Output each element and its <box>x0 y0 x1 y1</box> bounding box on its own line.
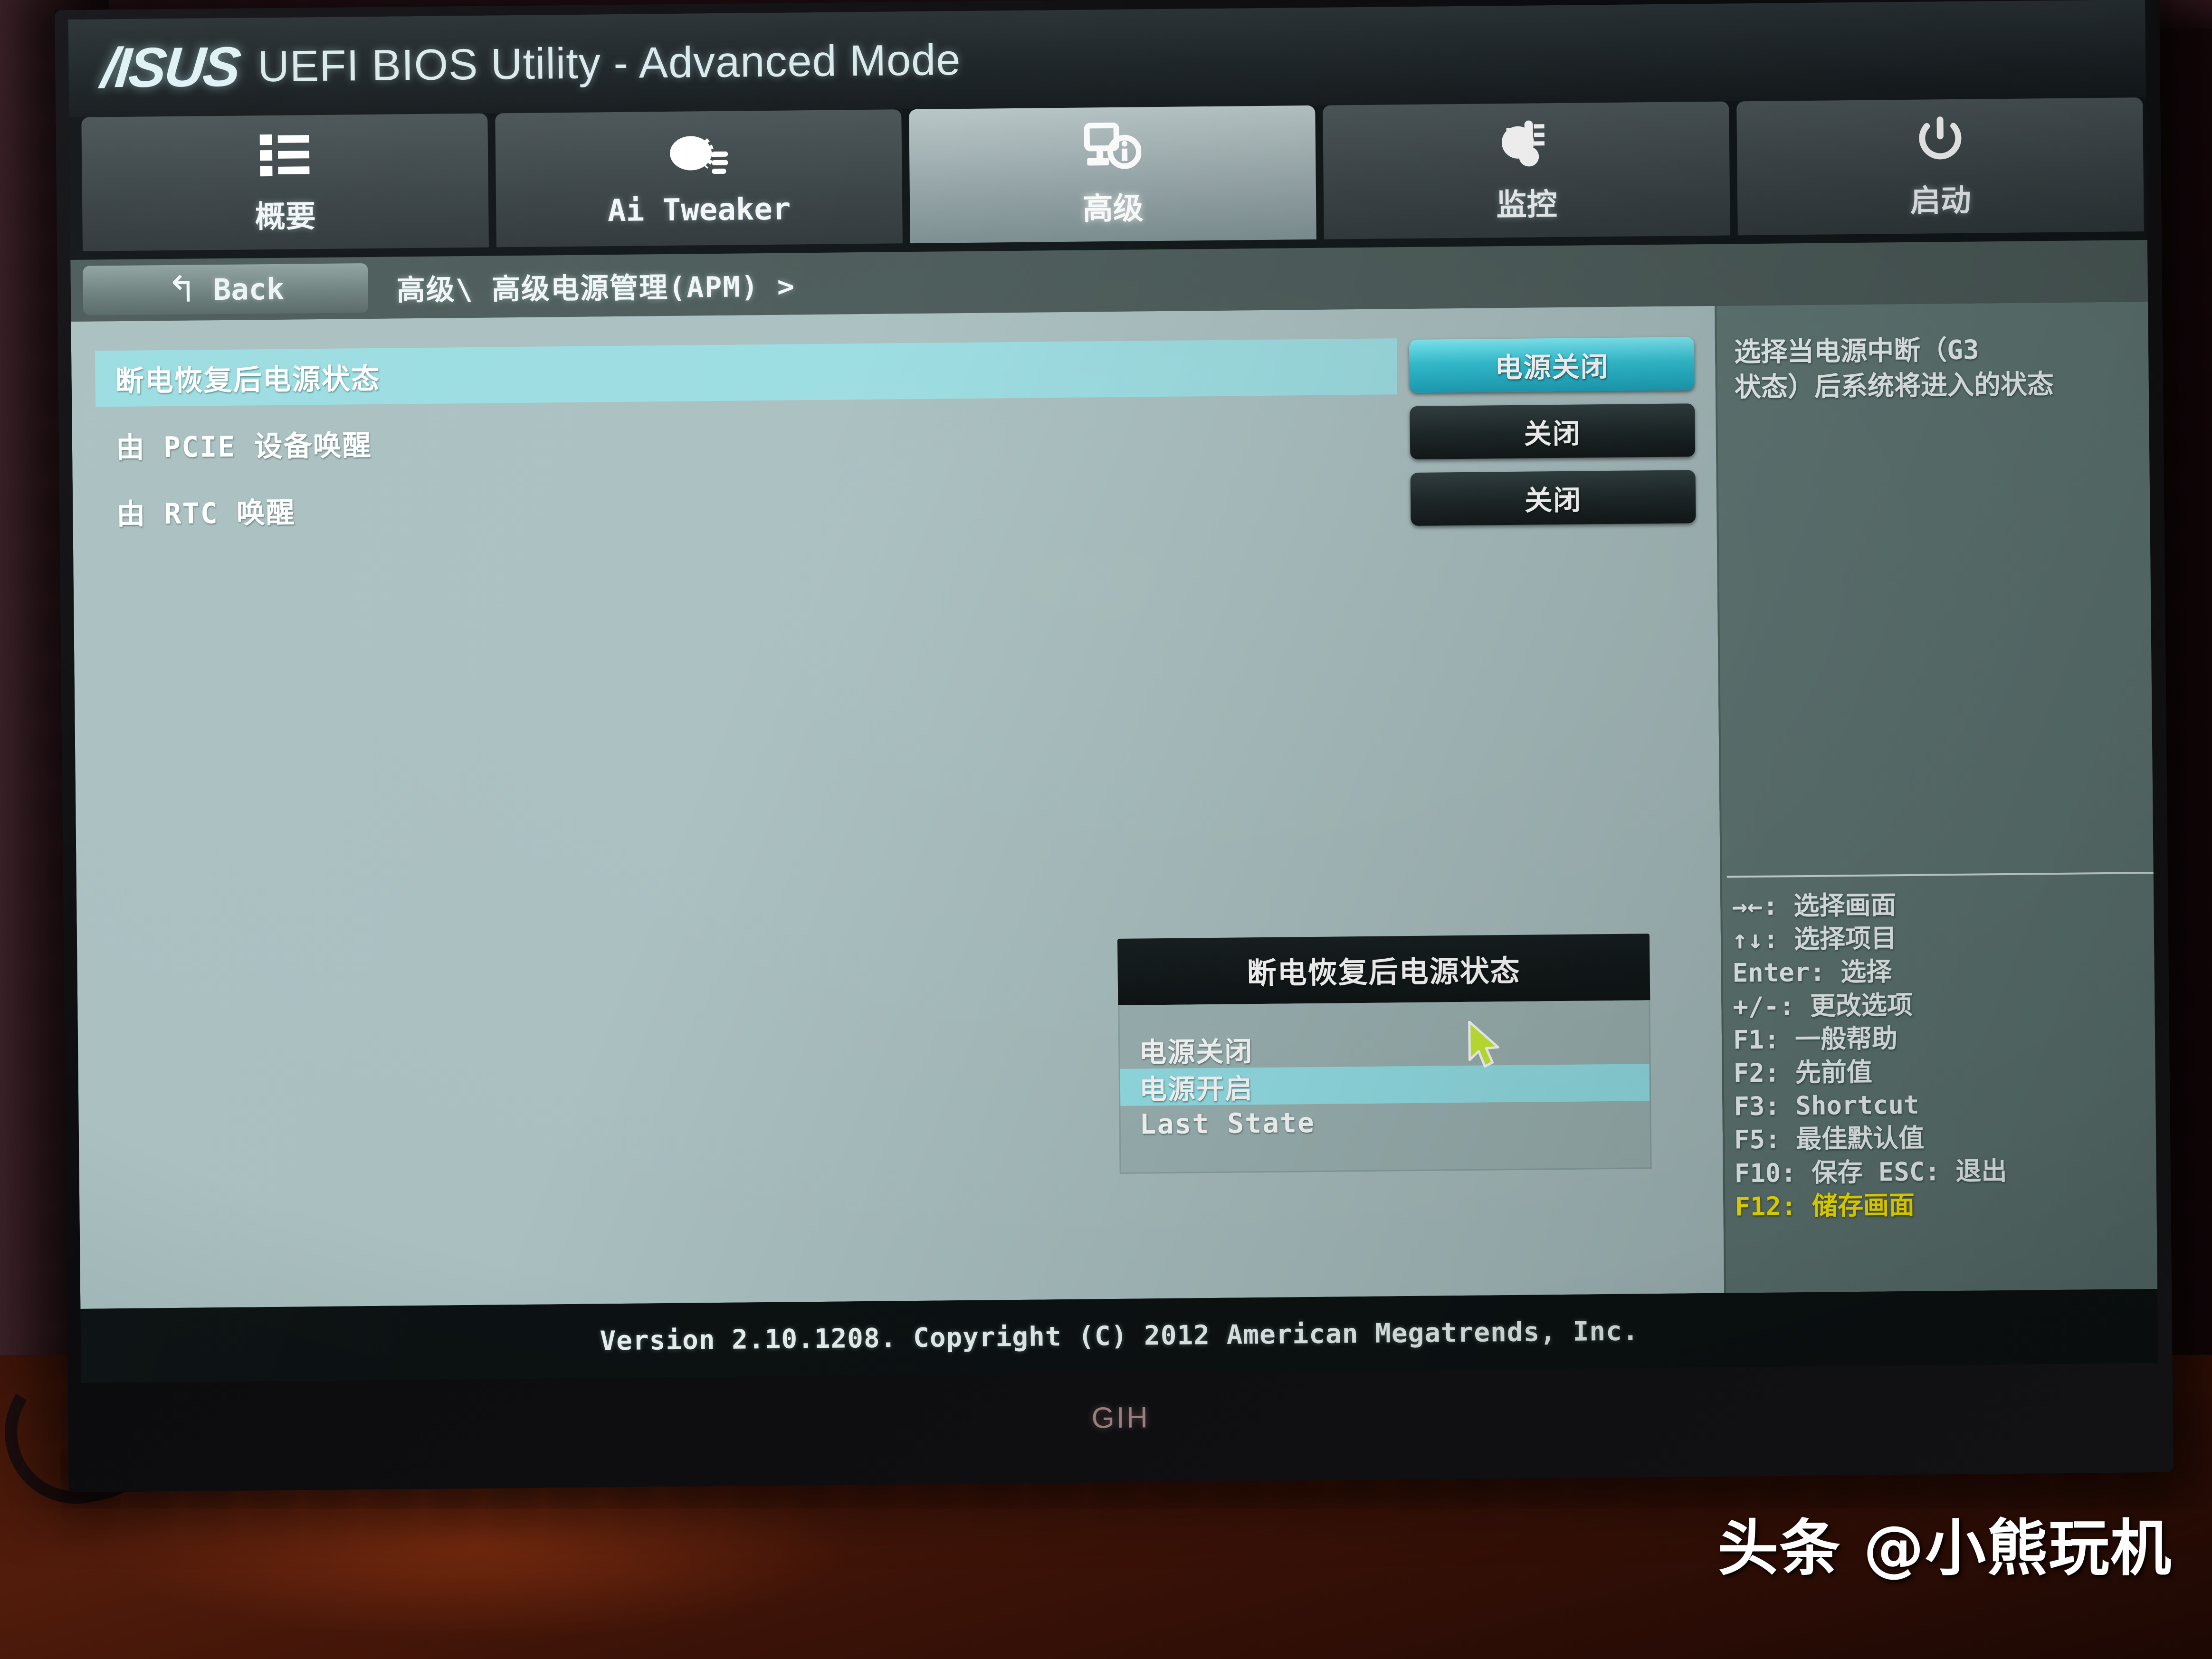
page-title: UEFI BIOS Utility - Advanced Mode <box>257 35 961 91</box>
option-dialog: 断电恢复后电源状态 电源关闭 电源开启 Last State <box>1117 934 1652 1174</box>
key-legend-item-screenshot: F12: 储存画面 <box>1735 1190 1915 1222</box>
tab-ai-tweaker-label: Ai Tweaker <box>607 191 791 229</box>
tab-boot[interactable]: 启动 <box>1736 97 2144 236</box>
key-legend-item: →←: 选择画面 <box>1732 890 1897 922</box>
key-legend-item: +/-: 更改选项 <box>1733 990 1913 1022</box>
back-button-label: Back <box>213 271 285 307</box>
setting-label-wrap: 断电恢复后电源状态 <box>95 338 1398 407</box>
bios-ui: /ISUS UEFI BIOS Utility - Advanced Mode <box>68 0 2158 1383</box>
monitor-info-icon <box>1084 120 1141 174</box>
back-button[interactable]: ↰ Back <box>83 263 369 315</box>
option-dialog-title-label: 断电恢复后电源状态 <box>1247 953 1521 991</box>
tab-monitor-label: 监控 <box>1496 187 1558 223</box>
setting-value-pcie-wake[interactable]: 关闭 <box>1410 403 1696 459</box>
key-legend-item: F2: 先前值 <box>1733 1057 1873 1088</box>
photo-scene: GIH /ISUS UEFI BIOS Utility - Advanced M… <box>0 0 2212 1659</box>
thermometer-icon <box>1497 116 1555 170</box>
help-description: 选择当电源中断（G3 状态）后系统将进入的状态 <box>1734 331 2158 406</box>
monitor: GIH /ISUS UEFI BIOS Utility - Advanced M… <box>55 0 2174 1493</box>
tab-boot-label: 启动 <box>1910 183 1972 219</box>
key-legend-item: F3: Shortcut <box>1734 1089 1919 1122</box>
option-label: Last State <box>1139 1106 1316 1141</box>
power-icon <box>1915 113 1965 166</box>
version-text: Version 2.10.1208. Copyright (C) 2012 Am… <box>600 1315 1639 1356</box>
option-dialog-body: 电源关闭 电源开启 Last State <box>1118 1000 1652 1174</box>
key-legend: →←: 选择画面 ↑↓: 选择项目 Enter: 选择 +/-: 更改选项 F1… <box>1732 886 2157 1223</box>
option-power-on[interactable]: 电源开启 <box>1120 1064 1650 1106</box>
setting-label: 由 PCIE 设备唤醒 <box>115 429 372 465</box>
tab-monitor[interactable]: 监控 <box>1323 101 1730 239</box>
setting-row-power-state[interactable]: 断电恢复后电源状态 电源关闭 <box>95 335 1695 407</box>
setting-label: 由 RTC 唤醒 <box>116 496 296 531</box>
option-label: 电源开启 <box>1139 1072 1254 1106</box>
tab-advanced-label: 高级 <box>1082 191 1144 227</box>
setting-label-wrap: 由 RTC 唤醒 <box>96 471 1399 540</box>
asus-logo: /ISUS <box>99 35 242 100</box>
tab-summary[interactable]: 概要 <box>81 113 489 251</box>
setting-value-label: 电源关闭 <box>1495 350 1609 384</box>
setting-row-rtc-wake[interactable]: 由 RTC 唤醒 关闭 <box>96 468 1696 540</box>
tab-ai-tweaker[interactable]: Ai Tweaker <box>495 109 903 248</box>
setting-row-pcie-wake[interactable]: 由 PCIE 设备唤醒 关闭 <box>95 402 1696 473</box>
help-pane: 选择当电源中断（G3 状态）后系统将进入的状态 →←: 选择画面 ↑↓: 选择项… <box>1715 302 2158 1293</box>
settings-list: 断电恢复后电源状态 电源关闭 由 PCIE 设备唤醒 关闭 由 RTC 唤醒 关… <box>95 335 1696 550</box>
monitor-brand-logo: GIH <box>1091 1401 1150 1435</box>
tuning-knob-icon <box>667 129 730 182</box>
key-legend-item: F1: 一般帮助 <box>1733 1023 1898 1055</box>
screen: /ISUS UEFI BIOS Utility - Advanced Mode <box>68 0 2158 1383</box>
title-bar: /ISUS UEFI BIOS Utility - Advanced Mode <box>68 0 2146 118</box>
option-label: 电源关闭 <box>1138 1035 1253 1069</box>
tab-bar: 概要 Ai Tweaker 高级 监控 启动 <box>69 96 2158 260</box>
settings-pane: 断电恢复后电源状态 电源关闭 由 PCIE 设备唤醒 关闭 由 RTC 唤醒 关… <box>71 305 1725 1309</box>
option-last-state[interactable]: Last State <box>1120 1101 1650 1143</box>
setting-value-label: 关闭 <box>1524 417 1582 450</box>
back-arrow-icon: ↰ <box>166 269 198 310</box>
help-line-1: 选择当电源中断（G3 <box>1734 334 1979 368</box>
setting-value-label: 关闭 <box>1524 484 1582 517</box>
option-power-off[interactable]: 电源关闭 <box>1120 1027 1649 1069</box>
breadcrumb: 高级\ 高级电源管理(APM) > <box>396 269 796 307</box>
key-legend-item: F10: 保存 ESC: 退出 <box>1734 1155 2007 1189</box>
key-legend-item: ↑↓: 选择项目 <box>1732 923 1897 955</box>
option-dialog-title: 断电恢复后电源状态 <box>1117 934 1650 1005</box>
setting-label: 断电恢复后电源状态 <box>115 362 381 398</box>
setting-value-power-state[interactable]: 电源关闭 <box>1409 337 1695 393</box>
list-icon <box>258 128 311 182</box>
body-area: 断电恢复后电源状态 电源关闭 由 PCIE 设备唤醒 关闭 由 RTC 唤醒 关… <box>71 302 2158 1309</box>
setting-label-wrap: 由 PCIE 设备唤醒 <box>95 405 1398 473</box>
tab-summary-label: 概要 <box>255 199 316 235</box>
help-line-2: 状态）后系统将进入的状态 <box>1734 369 2054 403</box>
key-legend-item: F5: 最佳默认值 <box>1734 1123 1925 1155</box>
setting-value-rtc-wake[interactable]: 关闭 <box>1410 470 1696 526</box>
help-divider <box>1726 872 2154 878</box>
tab-advanced[interactable]: 高级 <box>909 105 1316 244</box>
watermark: 头条 @小熊玩机 <box>1717 1513 2172 1584</box>
key-legend-item: Enter: 选择 <box>1732 956 1892 988</box>
